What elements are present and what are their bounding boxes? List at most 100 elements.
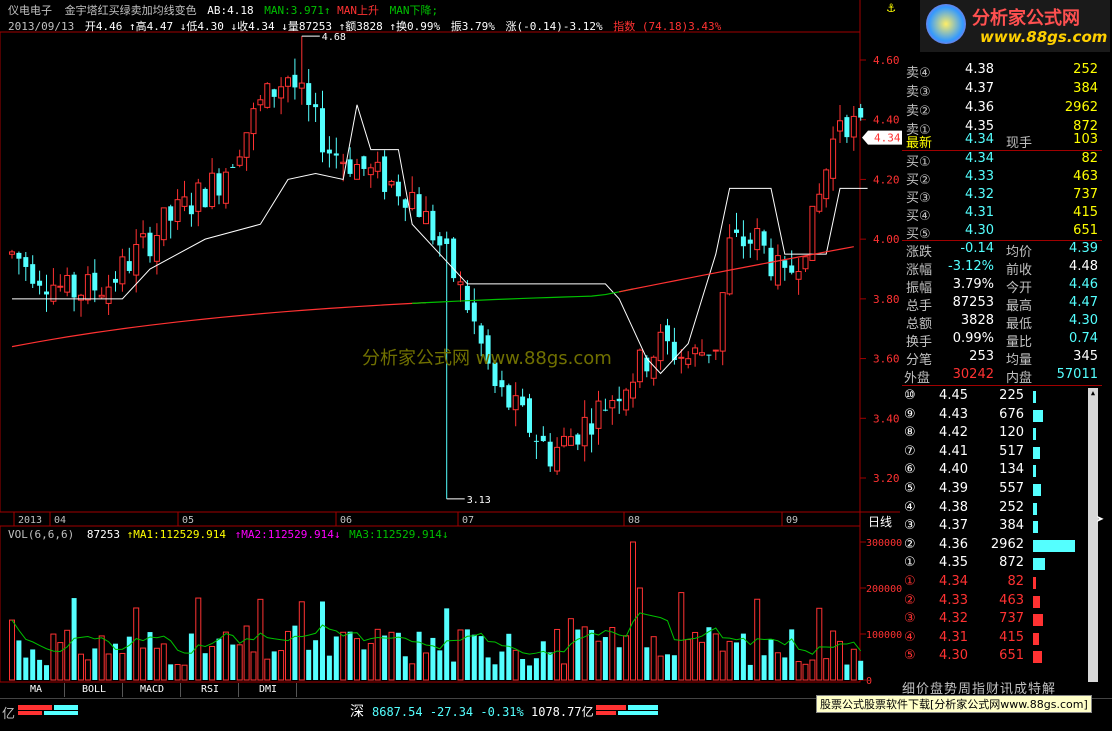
- right-mini-bar: [596, 705, 658, 715]
- depth-volume-bar: [1033, 446, 1040, 459]
- candle-down: [313, 104, 319, 108]
- depth-price: 4.35: [939, 555, 968, 571]
- sell-volume: 252: [1073, 62, 1098, 77]
- stat-value: 0.99%: [952, 331, 994, 346]
- buy-price: 4.32: [965, 187, 994, 202]
- depth-volume-bar: [1033, 391, 1036, 403]
- volume-bar-down: [306, 649, 312, 680]
- info-low: ↓低4.30: [179, 20, 224, 33]
- tab-macd[interactable]: MACD: [124, 683, 181, 697]
- ad-tooltip[interactable]: 股票公式股票软件下载[分析家公式网www.88gs.com]: [816, 695, 1092, 713]
- depth-price: 4.32: [939, 611, 968, 627]
- depth-price: 4.41: [939, 443, 968, 459]
- buy-volume: 651: [1073, 223, 1098, 238]
- volume-bar-up: [264, 658, 271, 681]
- candle-down: [644, 357, 650, 372]
- status-bar: 亿 深 8687.54 -27.34 -0.31% 1078.77亿 股票公式股…: [0, 695, 1112, 731]
- sell-volume: 384: [1073, 81, 1098, 96]
- date-axis-label: 2013: [18, 515, 42, 526]
- candle-down: [451, 238, 457, 279]
- candle-down: [92, 272, 98, 291]
- depth-scrollbar[interactable]: ▲: [1088, 388, 1098, 682]
- stat-label: 最低: [1006, 317, 1033, 332]
- candle-down: [382, 156, 388, 192]
- candle-up: [623, 389, 630, 411]
- candle-up: [340, 161, 347, 165]
- candle-down: [789, 265, 795, 273]
- buy-volume: 82: [1081, 151, 1098, 166]
- buy-volume: 415: [1073, 205, 1098, 220]
- volume-bar-down: [782, 657, 788, 680]
- candle-up: [816, 193, 823, 212]
- candle-up: [636, 349, 643, 383]
- volume-bar-up: [561, 663, 567, 681]
- stat-row: 涨跌 -0.14 均价 4.39: [902, 241, 1102, 260]
- index-amount: 1078.77亿: [531, 705, 594, 719]
- depth-buy-row: ① 4.34 82: [902, 574, 1102, 592]
- volume-bar-down: [589, 629, 595, 680]
- period-label[interactable]: 日线: [868, 513, 892, 530]
- vol-value: 87253: [86, 528, 120, 541]
- volume-bar-down: [230, 644, 236, 680]
- candle-down: [326, 149, 332, 154]
- tab-ma[interactable]: MA: [8, 683, 65, 697]
- candle-up: [512, 395, 519, 411]
- market-label: 深: [350, 704, 364, 720]
- candle-down: [437, 236, 443, 246]
- volume-bar-up: [457, 629, 464, 681]
- depth-level-number: ⑤: [904, 648, 916, 664]
- vol-ma2: MA2:112529.914: [241, 528, 334, 541]
- candle-down: [734, 229, 739, 233]
- volume-bar-up: [650, 636, 657, 681]
- stat-row: 振幅 3.79% 今开 4.46: [902, 277, 1102, 296]
- volume-bar-up: [374, 628, 381, 681]
- volume-bar-down: [216, 638, 222, 680]
- low-annotation: 3.13: [467, 495, 491, 506]
- stat-value: 345: [1073, 349, 1098, 364]
- volume-bar-down: [168, 664, 174, 680]
- sell-row: 卖④ 4.38 252: [902, 62, 1102, 81]
- volume-bar-down: [320, 601, 325, 680]
- volume-axis-label: 300000: [866, 538, 902, 549]
- tab-boll[interactable]: BOLL: [66, 683, 123, 697]
- volume-bar-down: [644, 647, 650, 680]
- candle-up: [830, 138, 837, 179]
- depth-volume: 134: [999, 462, 1024, 478]
- volume-bar-up: [712, 633, 719, 681]
- candle-down: [499, 380, 505, 388]
- volume-bar-down: [602, 637, 608, 680]
- volume-axis-label: 0: [866, 676, 872, 687]
- volume-bar-up: [554, 628, 561, 681]
- volume-bar-up: [298, 601, 305, 681]
- anchor-icon[interactable]: ⚓: [882, 0, 900, 18]
- depth-volume: 463: [999, 592, 1024, 608]
- volume-bar-down: [761, 655, 767, 680]
- volume-bar-down: [671, 655, 677, 680]
- buy-row: 买④ 4.31 415: [902, 205, 1102, 224]
- candle-up: [209, 172, 216, 208]
- candle-up: [298, 82, 305, 89]
- stat-label: 换手: [906, 335, 933, 350]
- volume-bar-up: [195, 597, 202, 681]
- volume-bar-up: [809, 659, 816, 681]
- depth-price: 4.33: [939, 592, 968, 608]
- candle-up: [250, 108, 257, 135]
- candle-up: [119, 256, 126, 285]
- tab-dmi[interactable]: DMI: [240, 683, 297, 697]
- volume-bar-down: [499, 651, 505, 680]
- volume-bar-up: [243, 625, 250, 681]
- tab-rsi[interactable]: RSI: [182, 683, 239, 697]
- stat-label: 均价: [1006, 245, 1033, 260]
- depth-volume-bar: [1033, 595, 1040, 608]
- stat-label: 均量: [1006, 353, 1033, 368]
- volume-bar-up: [795, 661, 802, 681]
- price-axis-label: 3.80: [873, 293, 900, 306]
- scroll-up-icon[interactable]: ▲: [1089, 389, 1097, 397]
- candle-up: [685, 358, 692, 365]
- candle-up: [409, 191, 416, 210]
- candle-down: [71, 274, 77, 298]
- volume-bar-up: [423, 652, 429, 681]
- volume-bar-up: [50, 633, 57, 681]
- depth-volume-bar: [1033, 465, 1036, 478]
- candle-down: [616, 398, 622, 402]
